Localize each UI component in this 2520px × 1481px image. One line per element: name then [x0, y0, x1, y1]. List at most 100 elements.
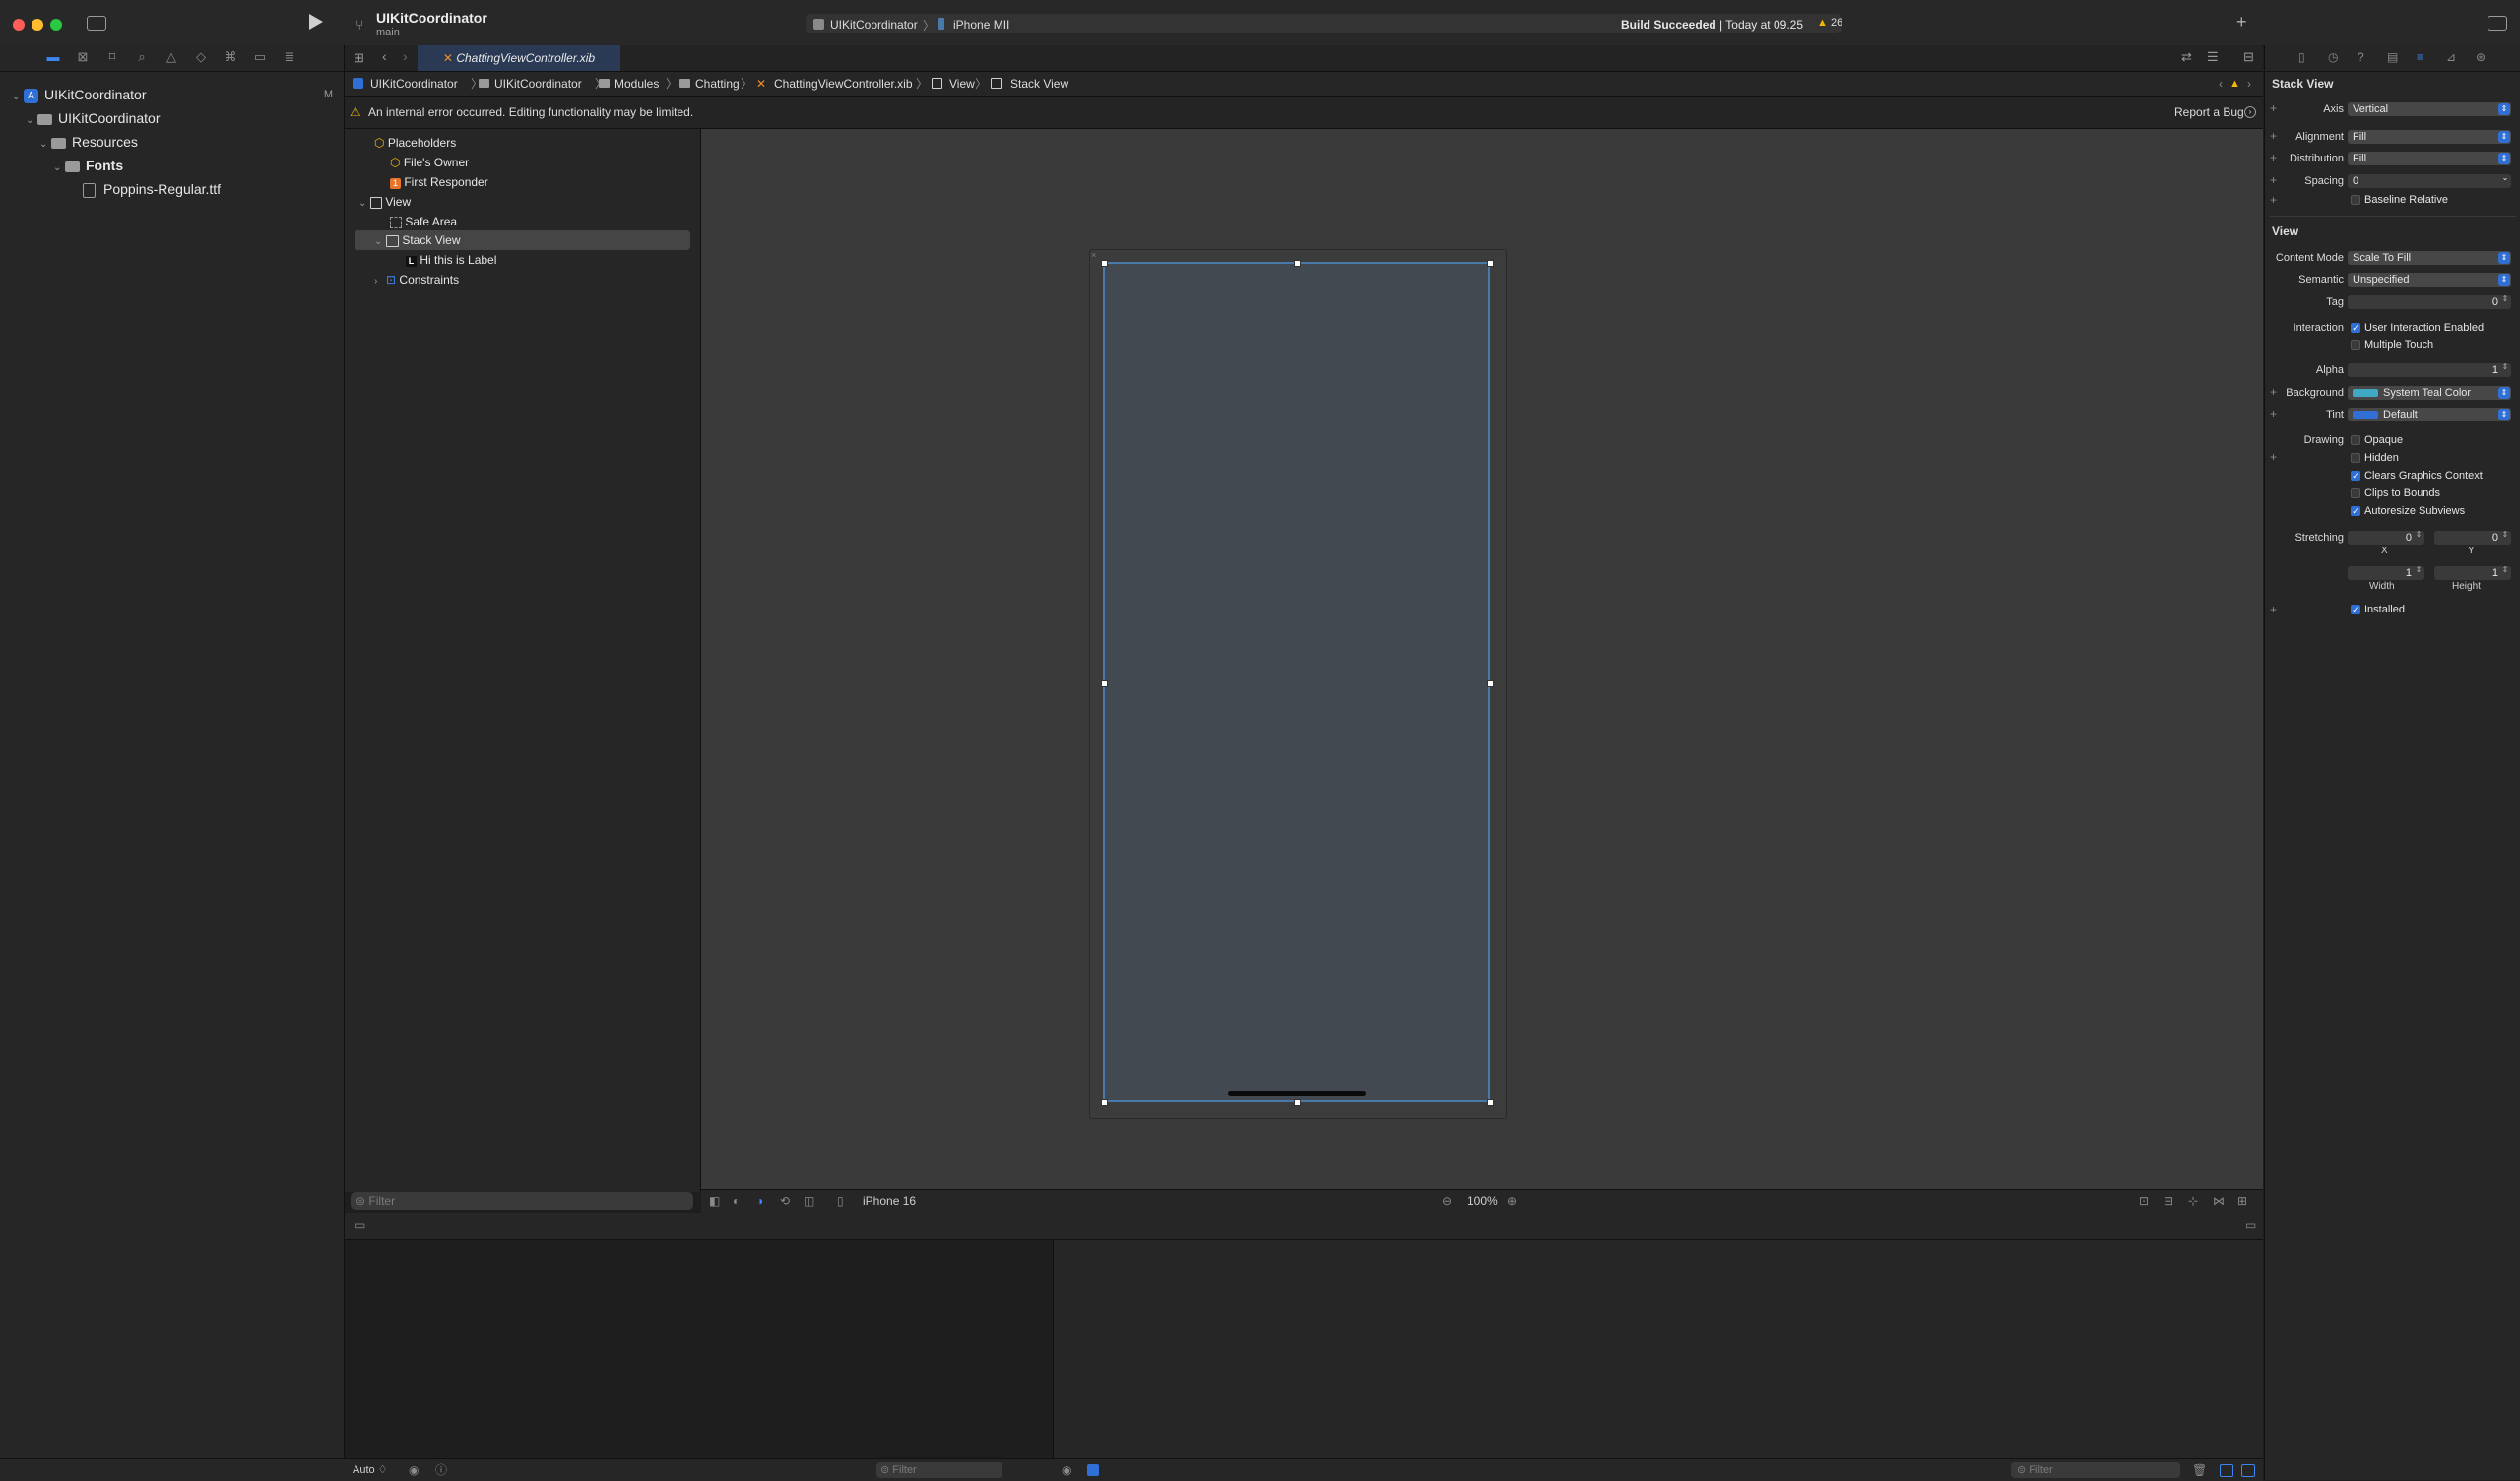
multiple-touch-checkbox[interactable] [2351, 340, 2360, 350]
list-item[interactable]: ⌄ Resources [39, 131, 138, 153]
eye-icon[interactable]: ◉ [409, 1459, 419, 1481]
outline-item-placeholders[interactable]: ⬡ Placeholders [374, 133, 456, 153]
stepper-icon[interactable]: ⇕ [2500, 531, 2510, 544]
toggle-panel-icon[interactable]: ▭ [2245, 1218, 2256, 1232]
stepper-icon[interactable]: ⌄ [2500, 174, 2510, 187]
breadcrumb-item[interactable]: Modules [614, 72, 659, 96]
autoresize-checkbox[interactable]: ✓ [2351, 506, 2360, 516]
distribution-popup[interactable]: Fill ⇕ [2348, 152, 2511, 165]
help-icon[interactable]: ? [2358, 50, 2364, 64]
zoom-window-button[interactable] [50, 19, 62, 31]
embed-icon[interactable]: ⊞ [2237, 1190, 2247, 1213]
spacing-field[interactable]: 0 ⌄ [2348, 174, 2511, 188]
outline-item-files-owner[interactable]: ⬡ File's Owner [390, 153, 469, 172]
history-icon[interactable]: ◷ [2328, 50, 2338, 64]
scheme-name[interactable]: UIKitCoordinator [830, 18, 918, 32]
split-editor-icon[interactable]: ⊟ [2243, 49, 2254, 65]
eye-icon[interactable]: ◉ [1062, 1459, 1071, 1481]
editor-options-icon[interactable]: ☰ [2207, 49, 2219, 65]
semantic-popup[interactable]: Unspecified ⇕ [2348, 273, 2511, 287]
outline-toggle-icon[interactable]: ◧ [709, 1190, 720, 1213]
tint-popup[interactable]: Default ⇕ [2348, 408, 2511, 421]
debug-icon[interactable]: ⌘ [223, 49, 238, 65]
baseline-relative-checkbox[interactable] [2351, 195, 2360, 205]
chevron-down-icon[interactable]: ⌄ [374, 232, 386, 252]
installed-checkbox[interactable]: ✓ [2351, 605, 2360, 614]
outline-item-stack-view[interactable]: ⌄ Stack View [374, 230, 460, 250]
content-mode-popup[interactable]: Scale To Fill ⇕ [2348, 251, 2511, 265]
stretch-width-field[interactable]: 1 ⇕ [2348, 566, 2424, 580]
alpha-field[interactable]: 1 ⇕ [2348, 363, 2511, 377]
outline-filter-field[interactable]: ⊜ Filter [351, 1192, 693, 1210]
add-variation-icon[interactable]: + [2270, 603, 2277, 616]
canvas-device-name[interactable]: iPhone 16 [863, 1190, 916, 1213]
stretch-x-field[interactable]: 0 ⇕ [2348, 531, 2424, 545]
device-icon[interactable]: ▯ [837, 1190, 844, 1213]
chevron-right-icon[interactable]: › [2247, 72, 2251, 96]
stretch-y-field[interactable]: 0 ⇕ [2434, 531, 2511, 545]
resize-handle[interactable] [1294, 1099, 1301, 1106]
file-inspector-icon[interactable]: ▯ [2298, 50, 2305, 64]
identity-icon[interactable]: ▤ [2387, 50, 2398, 64]
zoom-level[interactable]: 100% [1467, 1190, 1498, 1213]
hide-debug-icon[interactable]: ▭ [355, 1218, 365, 1232]
variables-filter-field[interactable]: ⊜ Filter [876, 1462, 1002, 1478]
add-constraints-icon[interactable]: ⊹ [2188, 1190, 2198, 1213]
folder-icon[interactable]: ▬ [45, 49, 61, 65]
breakpoint-icon[interactable]: ▭ [252, 49, 268, 65]
auto-selector[interactable]: Auto ♢ [353, 1459, 388, 1481]
chevron-left-icon[interactable]: ‹ [2219, 72, 2223, 96]
stepper-icon[interactable]: ⇕ [2414, 531, 2423, 544]
align-icon[interactable]: ⊟ [2164, 1190, 2173, 1213]
outline-item-first-responder[interactable]: 1 First Responder [390, 172, 488, 192]
update-frames-icon[interactable]: ⊡ [2139, 1190, 2149, 1213]
trash-icon[interactable]: 🗑 [2192, 1459, 2207, 1481]
report-bug-link[interactable]: Report a Bug [2174, 97, 2244, 128]
warning-icon[interactable]: ▲ [2229, 72, 2240, 96]
zoom-in-icon[interactable]: ⊕ [1507, 1190, 1517, 1213]
stepper-icon[interactable]: ⇕ [2500, 363, 2510, 376]
resize-handle[interactable] [1294, 260, 1301, 267]
info-icon[interactable]: ⓘ [435, 1459, 447, 1481]
resize-handle[interactable] [1101, 680, 1108, 687]
tag-field[interactable]: 0 ⇕ [2348, 295, 2511, 309]
add-variation-icon[interactable]: + [2270, 450, 2277, 464]
opaque-checkbox[interactable] [2351, 435, 2360, 445]
chevron-down-icon[interactable]: ⌄ [26, 110, 37, 132]
appearance-icon[interactable]: ◐ [733, 1190, 740, 1213]
sidebar-toggle-icon[interactable] [87, 16, 106, 31]
resize-handle[interactable] [1101, 260, 1108, 267]
close-window-button[interactable] [13, 19, 25, 31]
minimize-window-button[interactable] [32, 19, 43, 31]
list-item[interactable]: ⌄ A UIKitCoordinator M [12, 84, 337, 105]
clips-to-bounds-checkbox[interactable] [2351, 488, 2360, 498]
resolve-issues-icon[interactable]: ⋈ [2213, 1190, 2225, 1213]
issue-icon[interactable]: △ [163, 49, 179, 65]
clears-graphics-checkbox[interactable]: ✓ [2351, 471, 2360, 481]
warning-count-badge[interactable]: ▲ 26 [1817, 17, 1842, 29]
chevron-down-icon[interactable]: ⌄ [358, 194, 370, 214]
list-item[interactable]: ⌄ UIKitCoordinator [26, 107, 161, 129]
stepper-icon[interactable]: ⇕ [2414, 566, 2423, 579]
background-popup[interactable]: System Teal Color ⇕ [2348, 386, 2511, 400]
stepper-icon[interactable]: ⇕ [2500, 295, 2510, 308]
outline-item-view[interactable]: ⌄ View [358, 192, 411, 212]
outline-item-safe-area[interactable]: Safe Area [390, 212, 457, 231]
breadcrumb-item[interactable]: Chatting [695, 72, 740, 96]
right-panel-icon[interactable] [2241, 1464, 2255, 1477]
run-button[interactable] [309, 14, 323, 30]
device-name[interactable]: iPhone MII [953, 18, 1009, 32]
axis-popup[interactable]: Vertical ⇕ [2348, 102, 2511, 116]
left-panel-icon[interactable] [2220, 1464, 2233, 1477]
resize-handle[interactable] [1101, 1099, 1108, 1106]
variation-icon[interactable]: ◑ [756, 1190, 763, 1213]
console-icon[interactable] [1087, 1464, 1099, 1476]
outline-item-constraints[interactable]: › ⊡ Constraints [374, 270, 459, 290]
resize-handle[interactable] [1487, 680, 1494, 687]
test-icon[interactable]: ◇ [193, 49, 209, 65]
console-filter-field[interactable]: ⊜ Filter [2011, 1462, 2180, 1478]
add-variation-icon[interactable]: + [2270, 193, 2277, 207]
breadcrumb-item[interactable]: ChattingViewController.xib [774, 72, 913, 96]
inspector-toggle-icon[interactable] [2488, 16, 2507, 31]
add-icon[interactable]: + [2236, 12, 2247, 32]
